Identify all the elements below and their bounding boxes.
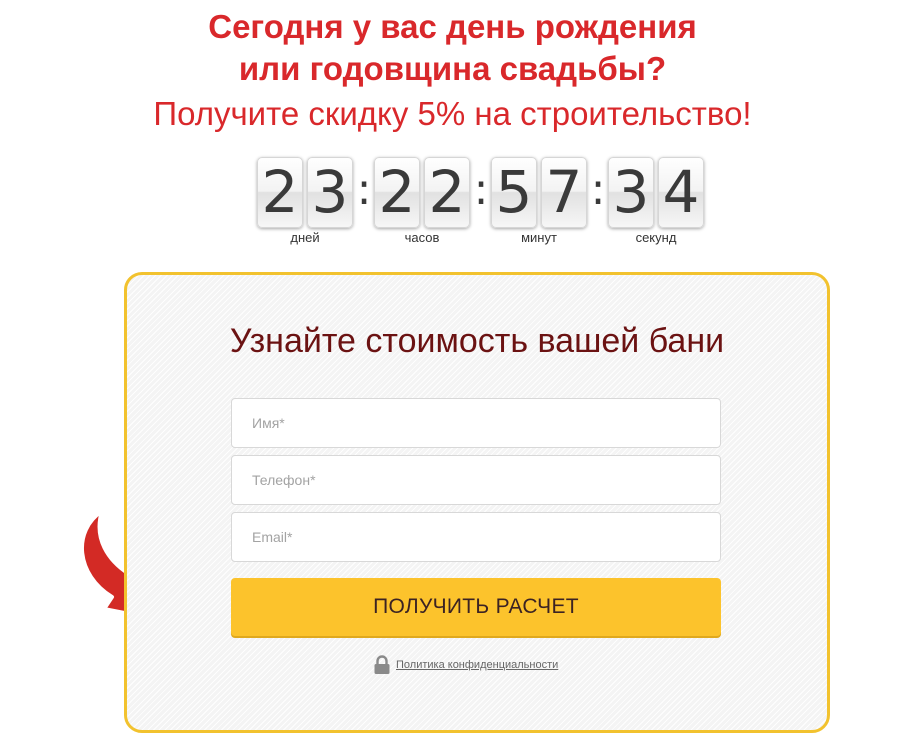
name-field[interactable] <box>231 398 721 448</box>
phone-field[interactable] <box>231 455 721 505</box>
countdown-digit: 7 <box>541 157 587 228</box>
get-estimate-button[interactable]: ПОЛУЧИТЬ РАСЧЕТ <box>231 578 721 636</box>
headline-line-2: или годовщина свадьбы? <box>238 50 667 87</box>
countdown-days: 2 3 дней <box>257 157 354 247</box>
countdown-separator: : <box>590 164 606 215</box>
countdown-separator: : <box>473 164 489 215</box>
countdown-digit: 5 <box>491 157 537 228</box>
countdown-digit: 3 <box>608 157 654 228</box>
countdown-digit: 3 <box>307 157 353 228</box>
countdown-digit: 4 <box>658 157 704 228</box>
countdown-separator: : <box>356 164 372 215</box>
countdown-seconds: 3 4 секунд <box>608 157 705 247</box>
headline-line-1: Сегодня у вас день рождения <box>208 8 697 45</box>
countdown-days-label: дней <box>290 230 320 245</box>
privacy-policy-link[interactable]: Политика конфиденциальности <box>396 659 558 671</box>
countdown-hours: 2 2 часов <box>374 157 471 247</box>
countdown-digit: 2 <box>424 157 470 228</box>
promo-page: Сегодня у вас день рождения или годовщин… <box>0 0 905 737</box>
countdown-minutes-label: минут <box>521 230 557 245</box>
countdown-digit: 2 <box>257 157 303 228</box>
lock-icon <box>374 655 390 674</box>
promo-headline: Сегодня у вас день рождения или годовщин… <box>0 6 905 90</box>
email-field[interactable] <box>231 512 721 562</box>
form-title: Узнайте стоимость вашей бани <box>229 322 725 360</box>
countdown-digit: 2 <box>374 157 420 228</box>
countdown-hours-label: часов <box>404 230 440 245</box>
discount-subheadline: Получите скидку 5% на строительство! <box>153 95 752 132</box>
price-request-form: Узнайте стоимость вашей бани ПОЛУЧИТЬ РА… <box>124 272 830 733</box>
countdown-seconds-label: секунд <box>635 230 677 245</box>
privacy-policy: Политика конфиденциальности <box>373 655 558 675</box>
countdown-minutes: 5 7 минут <box>491 157 588 247</box>
